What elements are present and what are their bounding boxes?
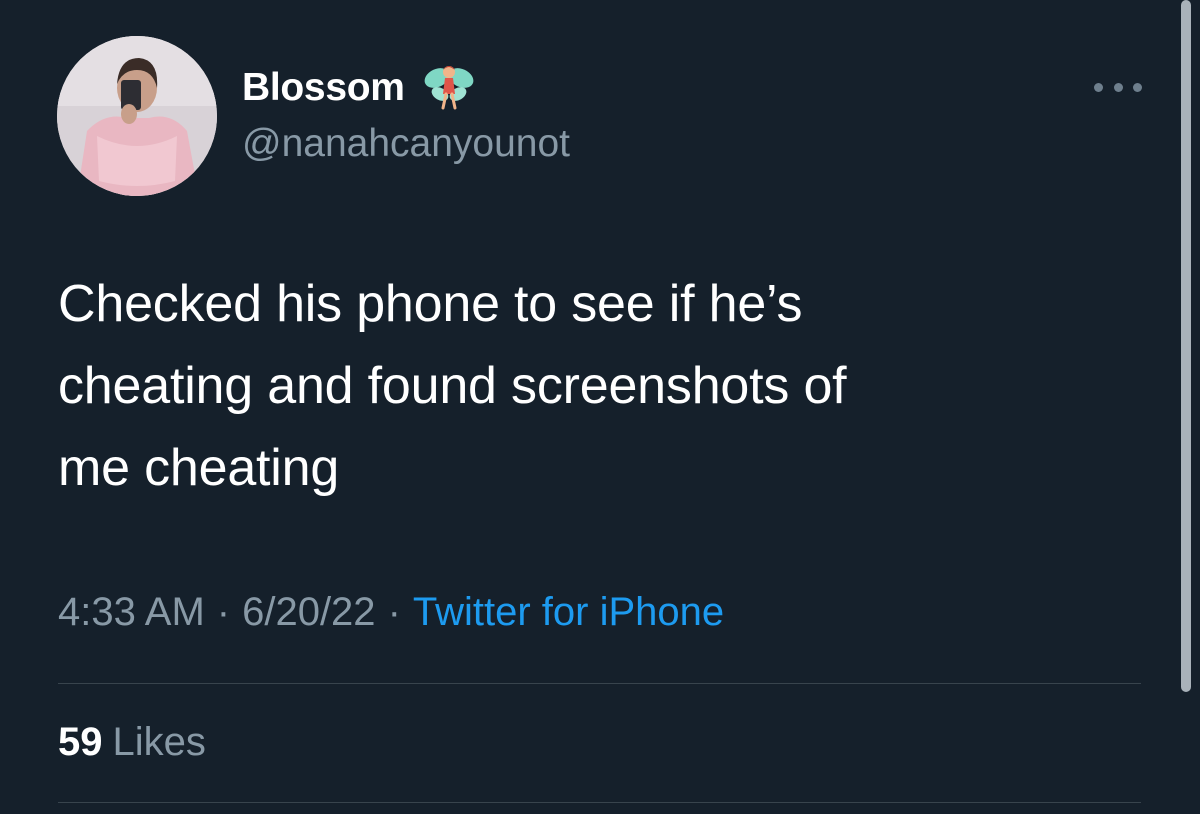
display-name[interactable]: Blossom [242, 66, 405, 110]
more-options-icon-dot [1133, 82, 1142, 92]
scrollbar[interactable] [1181, 0, 1191, 692]
tweet-source-link[interactable]: Twitter for iPhone [413, 590, 724, 634]
tweet-time[interactable]: 4:33 AM [58, 590, 205, 634]
divider [58, 802, 1141, 803]
likes-label: Likes [112, 720, 206, 764]
tweet-text: Checked his phone to see if he’s cheatin… [58, 275, 847, 497]
separator: · [387, 590, 401, 634]
more-options-button[interactable] [1094, 74, 1142, 100]
avatar-photo [57, 36, 217, 196]
display-name-row[interactable]: Blossom [242, 58, 477, 118]
tweet-date[interactable]: 6/20/22 [242, 590, 375, 634]
avatar[interactable] [57, 36, 217, 196]
likes-stat[interactable]: 59 Likes [58, 720, 206, 765]
tweet-metadata: 4:33 AM · 6/20/22 · Twitter for iPhone [58, 590, 724, 635]
likes-count: 59 [58, 720, 103, 764]
more-options-icon [1094, 82, 1103, 92]
more-options-icon-dot [1113, 82, 1123, 92]
fairy-icon [424, 66, 473, 110]
user-handle[interactable]: @nanahcanyounot [242, 122, 570, 166]
separator: · [216, 590, 231, 634]
divider [58, 683, 1141, 684]
tweet-detail: Blossom @nanahcanyounot Checked his phon… [0, 0, 1200, 814]
